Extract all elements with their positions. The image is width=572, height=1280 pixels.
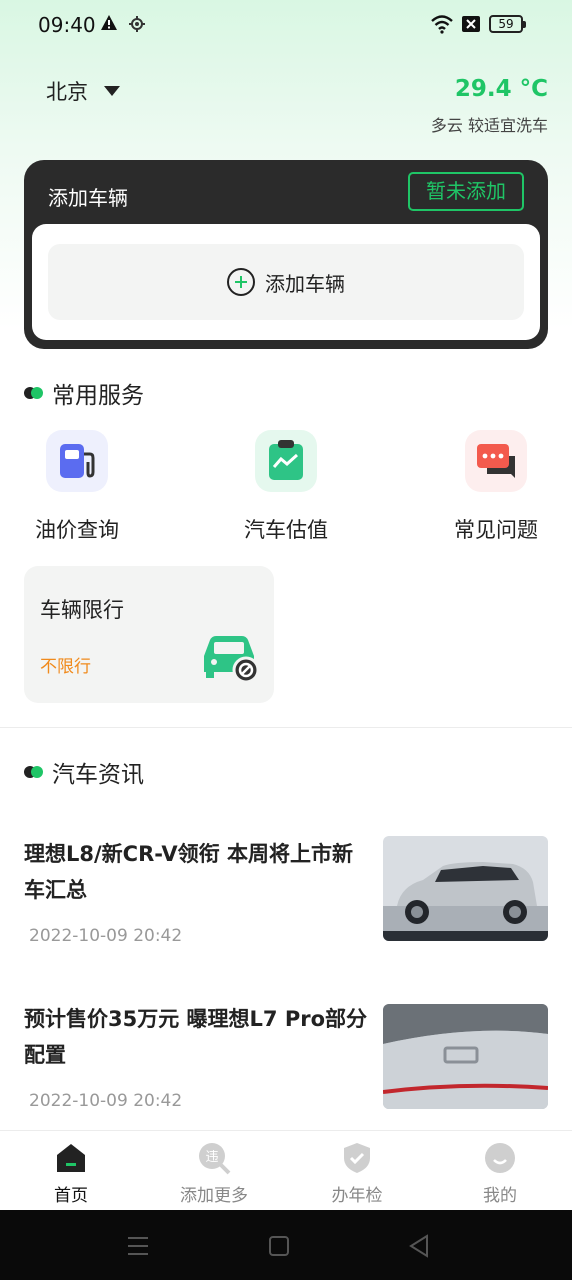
news-heading-label: 汽车资讯 [52,762,144,788]
city-label: 北京 [46,80,88,104]
caret-down-icon [104,86,120,96]
plus-circle-icon [227,268,255,296]
nav-add-more[interactable]: 违 添加更多 [164,1141,264,1206]
nav-annual-inspection[interactable]: 办年检 [307,1141,407,1206]
service-fuel-price[interactable]: 油价查询 [12,430,142,544]
news-thumbnail [383,1004,548,1109]
weather-summary: 多云 较适宜洗车 [430,116,548,135]
service-car-valuation-label: 汽车估值 [244,518,328,542]
city-selector[interactable]: 北京 [46,76,120,106]
wifi-icon [430,14,454,38]
news-item[interactable]: 理想L8/新CR-V领衔 本周将上市新车汇总 2022-10-09 20:42 [24,836,548,946]
restriction-title: 车辆限行 [40,598,124,622]
valuation-clipboard-icon [255,430,317,492]
system-nav-bar [0,1210,572,1280]
warning-icon [100,14,118,35]
home-square-icon[interactable] [268,1235,290,1261]
fuel-pump-icon [46,430,108,492]
service-faq[interactable]: 常见问题 [431,430,561,544]
section-dot-icon [24,766,44,778]
bottom-nav: 首页 违 添加更多 办年检 我的 [0,1130,572,1210]
vehicle-restriction-card[interactable]: 车辆限行 不限行 [24,566,274,703]
add-vehicle-button[interactable]: 添加车辆 [48,244,524,320]
shield-check-icon [340,1141,374,1175]
car-restriction-icon [200,628,264,688]
vehicle-card-body: 添加车辆 [32,224,540,340]
nav-home[interactable]: 首页 [21,1141,121,1206]
svg-text:违: 违 [205,1150,218,1165]
section-dot-icon [24,387,44,399]
vehicle-card-title: 添加车辆 [48,186,128,210]
service-car-valuation[interactable]: 汽车估值 [221,430,351,544]
vehicle-card: 添加车辆 暂未添加 添加车辆 [24,160,548,349]
news-thumbnail [383,836,548,941]
nav-home-label: 首页 [54,1186,88,1206]
services-heading-label: 常用服务 [52,383,144,409]
nav-annual-inspection-label: 办年检 [331,1186,383,1206]
news-title: 预计售价35万元 曝理想L7 Pro部分配置 [24,1007,368,1067]
battery-icon: 59 [489,15,526,33]
location-icon [128,15,146,37]
service-fuel-price-label: 油价查询 [35,518,119,542]
nav-profile[interactable]: 我的 [450,1141,550,1206]
back-icon[interactable] [408,1234,430,1262]
status-time: 09:40 [38,13,96,37]
profile-smile-icon [483,1141,517,1175]
nav-profile-label: 我的 [483,1186,517,1206]
menu-icon[interactable] [127,1236,149,1260]
restriction-status: 不限行 [40,657,91,677]
nav-add-more-label: 添加更多 [180,1186,248,1206]
services-heading: 常用服务 [24,376,144,410]
vehicle-status-badge: 暂未添加 [408,172,524,211]
violation-search-icon: 违 [197,1141,231,1175]
news-title: 理想L8/新CR-V领衔 本周将上市新车汇总 [24,842,353,902]
news-time: 2022-10-09 20:42 [29,1091,183,1111]
no-sim-icon [461,15,481,37]
chat-bubble-icon [465,430,527,492]
temperature: 29.4 °C [454,76,548,102]
add-vehicle-label: 添加车辆 [265,271,345,296]
section-divider [0,727,572,728]
news-heading: 汽车资讯 [24,755,144,789]
status-bar: 09:40 59 [0,0,572,52]
news-time: 2022-10-09 20:42 [29,926,183,946]
news-item[interactable]: 预计售价35万元 曝理想L7 Pro部分配置 2022-10-09 20:42 [24,1001,548,1111]
service-faq-label: 常见问题 [454,518,538,542]
home-icon [54,1141,88,1175]
